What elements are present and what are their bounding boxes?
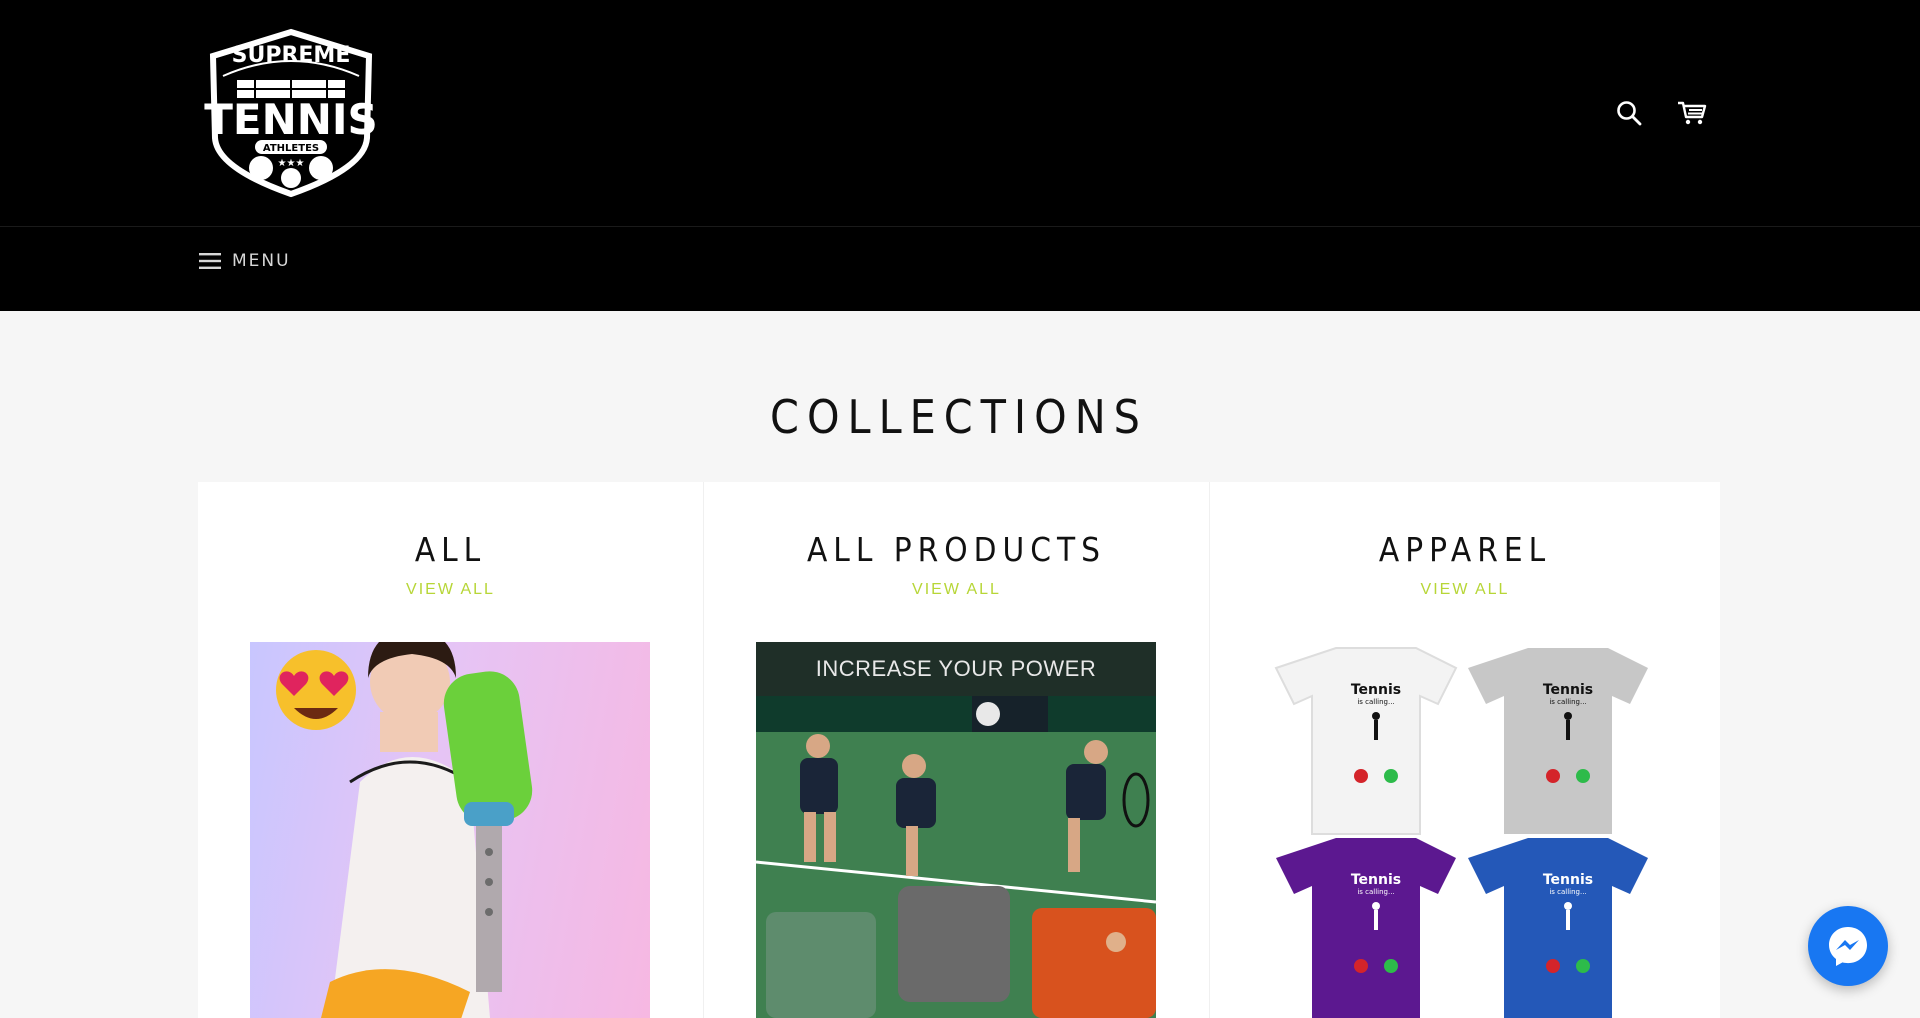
view-all-link[interactable]: VIEW ALL: [198, 581, 703, 599]
svg-text:★★★: ★★★: [278, 158, 305, 169]
collection-card-all-products[interactable]: ALL PRODUCTS VIEW ALL INCREASE YOUR POWE…: [704, 482, 1210, 1018]
collection-card-apparel[interactable]: APPAREL VIEW ALL Tennis Tennis Tennis Te…: [1210, 482, 1720, 1018]
svg-text:is calling...: is calling...: [1357, 698, 1394, 706]
collection-card-all[interactable]: ALL VIEW ALL: [198, 482, 704, 1018]
cart-button[interactable]: [1675, 96, 1709, 130]
collection-grid: ALL VIEW ALL ALL PRODUCTS VIEW ALL INCRE…: [198, 482, 1720, 1018]
svg-text:TENNIS: TENNIS: [204, 95, 378, 144]
image-banner-text: INCREASE YOUR POWER: [815, 656, 1097, 681]
svg-text:Tennis: Tennis: [1351, 682, 1401, 698]
menu-label: MENU: [232, 251, 291, 271]
messenger-icon: [1829, 927, 1867, 966]
site-logo[interactable]: SUPREME TENNIS ATHLETES ★★★: [197, 28, 385, 198]
svg-text:ATHLETES: ATHLETES: [263, 143, 319, 154]
hamburger-icon: [199, 253, 221, 269]
collection-image[interactable]: [250, 642, 650, 1018]
collection-title[interactable]: ALL PRODUCTS: [704, 530, 1209, 569]
svg-text:is calling...: is calling...: [1549, 698, 1586, 706]
svg-text:Tennis: Tennis: [1543, 872, 1593, 888]
page-title: COLLECTIONS: [770, 390, 1148, 444]
collection-title[interactable]: APPAREL: [1210, 530, 1720, 569]
messenger-chat-button[interactable]: [1808, 906, 1888, 986]
svg-text:Tennis: Tennis: [1351, 872, 1401, 888]
search-button[interactable]: [1612, 96, 1646, 130]
collection-title[interactable]: ALL: [198, 530, 703, 569]
svg-text:Tennis: Tennis: [1543, 682, 1593, 698]
cart-icon: [1678, 101, 1707, 125]
svg-text:is calling...: is calling...: [1357, 888, 1394, 896]
site-header: SUPREME TENNIS ATHLETES ★★★: [0, 0, 1920, 227]
view-all-link[interactable]: VIEW ALL: [1210, 581, 1720, 599]
svg-text:SUPREME: SUPREME: [232, 43, 351, 68]
view-all-link[interactable]: VIEW ALL: [704, 581, 1209, 599]
main-nav: MENU: [0, 227, 1920, 311]
svg-text:is calling...: is calling...: [1549, 888, 1586, 896]
heart-eyes-emoji-icon: [276, 650, 356, 730]
search-icon: [1617, 101, 1642, 126]
collection-image[interactable]: INCREASE YOUR POWER: [756, 642, 1156, 1018]
collection-image[interactable]: Tennis Tennis Tennis Tennis is calling..…: [1262, 642, 1662, 1018]
menu-button[interactable]: MENU: [199, 251, 291, 271]
